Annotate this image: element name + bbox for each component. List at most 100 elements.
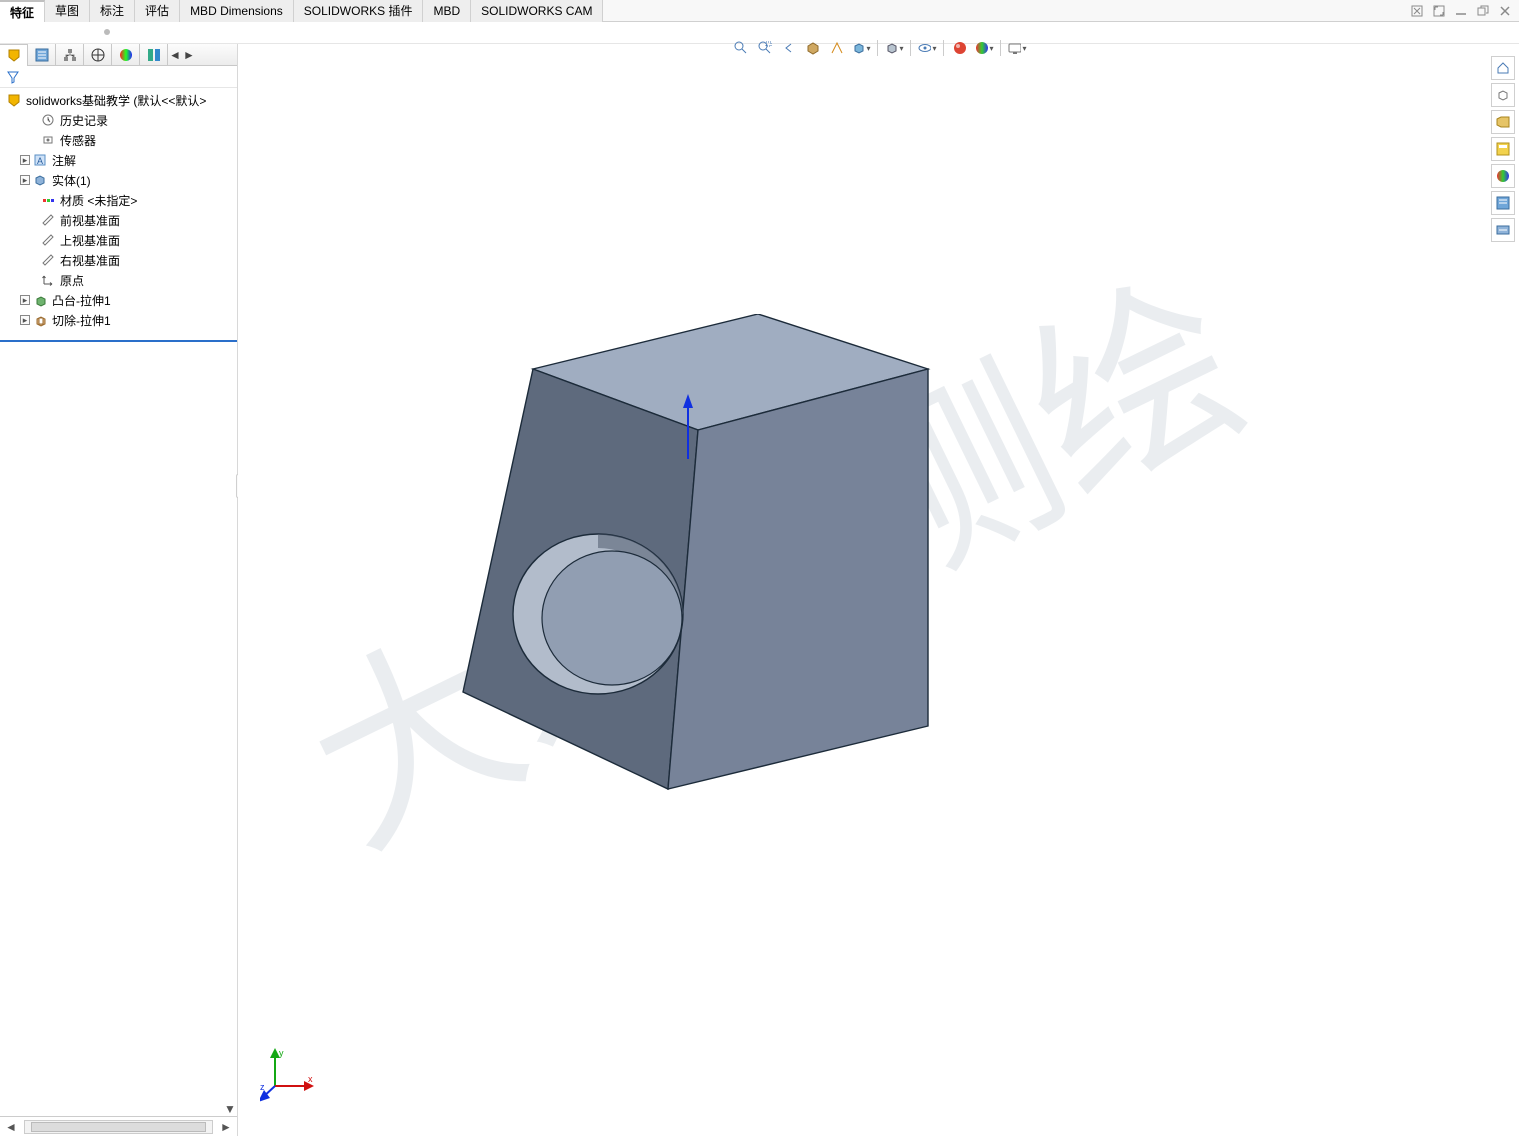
viewport-collapse-icon[interactable] [1409,3,1425,19]
taskpane-view-palette-icon[interactable] [1491,164,1515,188]
plane-icon [40,212,56,228]
panel-tab-study-icon[interactable] [140,44,168,66]
tree-item-label: 原点 [60,272,84,289]
panel-tab-config-icon[interactable] [56,44,84,66]
expand-icon[interactable]: ▸ [20,175,30,185]
tree-root-label: solidworks基础教学 (默认<<默认> [26,92,206,109]
panel-tab-property-icon[interactable] [28,44,56,66]
tab-mbddim[interactable]: MBD Dimensions [180,0,294,22]
tree-item[interactable]: ▸ A 注解 [0,150,237,170]
scroll-right-icon[interactable]: ► [219,1120,233,1134]
view-orientation-icon[interactable]: ▾ [851,38,871,58]
tree-item[interactable]: ▸ 凸台-拉伸1 [0,290,237,310]
close-icon[interactable] [1497,3,1513,19]
plane-icon [40,232,56,248]
tab-swcam[interactable]: SOLIDWORKS CAM [471,0,603,22]
plane-icon [40,252,56,268]
tree-item[interactable]: ▸ 实体(1) [0,170,237,190]
tree-filter-row[interactable] [0,66,237,88]
scrollbar-horizontal[interactable] [24,1120,213,1134]
task-pane [1489,56,1517,242]
expand-icon [28,255,38,265]
tab-swaddin[interactable]: SOLIDWORKS 插件 [294,0,424,22]
tree-item-label: 切除-拉伸1 [52,312,111,329]
filter-icon [6,70,20,84]
solid-body-icon [32,172,48,188]
material-icon [40,192,56,208]
minimize-icon[interactable] [1453,3,1469,19]
expand-icon [28,115,38,125]
origin-icon [40,272,56,288]
tree-item-label: 注解 [52,152,76,169]
tree-item[interactable]: 前视基准面 [0,210,237,230]
tree-item[interactable]: 右视基准面 [0,250,237,270]
tree-item[interactable]: ▸ 切除-拉伸1 [0,310,237,330]
viewport-expand-icon[interactable] [1431,3,1447,19]
zoom-area-icon[interactable] [755,38,775,58]
taskpane-appearance-icon[interactable] [1491,191,1515,215]
svg-text:A: A [37,156,43,166]
scroll-down-icon[interactable]: ▼ [223,1102,237,1116]
tree-item[interactable]: 传感器 [0,130,237,150]
part-icon [6,92,22,108]
panel-tab-left-arrow-icon[interactable]: ◄ [168,48,182,62]
expand-icon [28,135,38,145]
rollback-bar[interactable] [0,340,237,342]
main-tabbar: 特征 草图 标注 评估 MBD Dimensions SOLIDWORKS 插件… [0,0,1519,22]
scroll-thumb[interactable] [31,1122,206,1132]
feature-tree: solidworks基础教学 (默认<<默认> 历史记录 传感器 ▸ A 注解 … [0,88,237,1136]
tree-item[interactable]: 历史记录 [0,110,237,130]
appearance-icon[interactable] [950,38,970,58]
hide-show-icon[interactable]: ▾ [917,38,937,58]
expand-icon [28,195,38,205]
prev-view-icon[interactable] [779,38,799,58]
triad-y-label: y [279,1048,284,1058]
tree-item[interactable]: 上视基准面 [0,230,237,250]
expand-icon [28,215,38,225]
tree-item-label: 传感器 [60,132,96,149]
zoom-fit-icon[interactable] [731,38,751,58]
tab-sketch[interactable]: 草图 [45,0,90,22]
taskpane-file-explorer-icon[interactable] [1491,137,1515,161]
section-view-icon[interactable] [803,38,823,58]
taskpane-resources-icon[interactable] [1491,83,1515,107]
heads-up-toolbar: ▾ ▾ ▾ ▾ ▾ [727,36,1031,60]
graphics-viewport[interactable]: ▾ ▾ ▾ ▾ ▾ 大水牛测绘 [238,44,1519,1136]
tree-item-label: 前视基准面 [60,212,120,229]
sensor-icon [40,132,56,148]
panel-tab-dimxpert-icon[interactable] [84,44,112,66]
tree-item-label: 上视基准面 [60,232,120,249]
scene-icon[interactable]: ▾ [974,38,994,58]
tab-markup[interactable]: 标注 [90,0,135,22]
panel-tab-strip: ◄ ► [0,44,237,66]
tree-item-label: 右视基准面 [60,252,120,269]
annotation-icon: A [32,152,48,168]
tab-evaluate[interactable]: 评估 [135,0,180,22]
panel-tab-right-arrow-icon[interactable]: ► [182,48,196,62]
restore-icon[interactable] [1475,3,1491,19]
expand-icon [28,275,38,285]
tab-mbd[interactable]: MBD [423,0,471,22]
view-triad[interactable]: y x z [260,1046,316,1102]
panel-tab-display-icon[interactable] [112,44,140,66]
scroll-left-icon[interactable]: ◄ [4,1120,18,1134]
expand-icon[interactable]: ▸ [20,315,30,325]
tree-item[interactable]: 原点 [0,270,237,290]
history-icon [40,112,56,128]
display-style-icon[interactable]: ▾ [884,38,904,58]
expand-icon[interactable]: ▸ [20,295,30,305]
tree-item[interactable]: 材质 <未指定> [0,190,237,210]
panel-bottom-bar: ◄ ► [0,1116,237,1136]
model-3d-rendering [448,314,1008,814]
extrude-boss-icon [32,292,48,308]
view-settings-icon[interactable]: ▾ [1007,38,1027,58]
taskpane-custom-props-icon[interactable] [1491,218,1515,242]
triad-z-label: z [260,1082,265,1092]
taskpane-design-library-icon[interactable] [1491,110,1515,134]
expand-icon[interactable]: ▸ [20,155,30,165]
panel-tab-feature-tree-icon[interactable] [0,44,28,66]
taskpane-home-icon[interactable] [1491,56,1515,80]
dynamic-annotation-icon[interactable] [827,38,847,58]
tree-root[interactable]: solidworks基础教学 (默认<<默认> [0,90,237,110]
tab-features[interactable]: 特征 [0,0,45,22]
